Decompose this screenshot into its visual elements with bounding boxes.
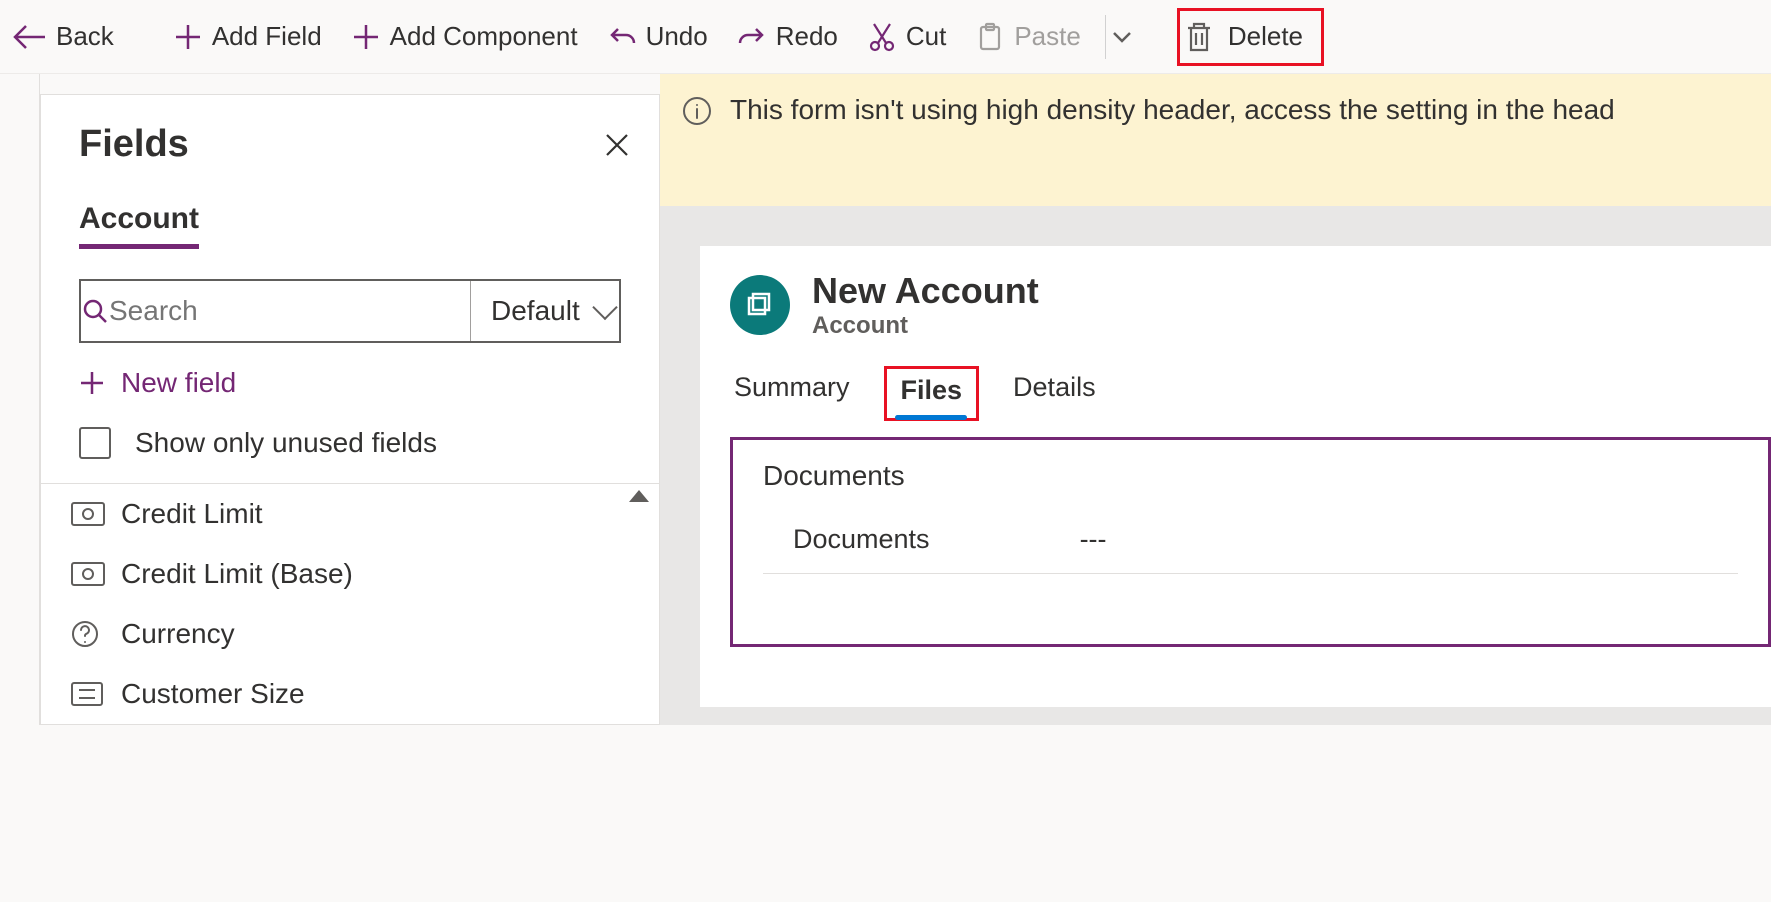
field-item-credit-limit-base[interactable]: Credit Limit (Base) [41, 544, 659, 604]
form-subtitle: Account [812, 312, 1039, 340]
scroll-up-icon[interactable] [629, 490, 649, 502]
undo-icon [608, 23, 636, 51]
sort-select[interactable]: Default [470, 281, 630, 341]
back-label: Back [56, 21, 114, 52]
search-icon [81, 297, 109, 325]
documents-section[interactable]: Documents Documents --- [730, 437, 1771, 647]
redo-button[interactable]: Redo [732, 17, 844, 56]
cut-label: Cut [906, 21, 946, 52]
banner-text: This form isn't using high density heade… [730, 94, 1615, 126]
field-list: Credit Limit Credit Limit (Base) Cu [41, 483, 659, 724]
redo-label: Redo [776, 21, 838, 52]
delete-label: Delete [1228, 21, 1303, 52]
fields-panel: Fields Account Default [40, 94, 660, 725]
search-input[interactable] [109, 295, 470, 327]
cut-icon [868, 22, 896, 52]
entity-avatar-icon [730, 275, 790, 335]
show-unused-row[interactable]: Show only unused fields [79, 427, 621, 459]
form-card: New Account Account Summary Files Detail… [700, 246, 1771, 707]
paste-label: Paste [1014, 21, 1081, 52]
undo-label: Undo [646, 21, 708, 52]
tab-summary[interactable]: Summary [730, 366, 854, 421]
delete-icon [1184, 20, 1214, 54]
money-icon [71, 502, 107, 526]
paste-button: Paste [970, 17, 1087, 56]
info-icon [682, 96, 712, 126]
field-label: Currency [121, 618, 235, 650]
tab-files[interactable]: Files [884, 366, 980, 421]
add-field-label: Add Field [212, 21, 322, 52]
add-field-button[interactable]: Add Field [168, 17, 328, 56]
field-item-customer-size[interactable]: Customer Size [41, 664, 659, 724]
options-icon [71, 682, 107, 706]
field-label: Credit Limit (Base) [121, 558, 353, 590]
row-label: Documents [793, 524, 930, 555]
back-button[interactable]: Back [6, 17, 120, 56]
plus-icon [352, 23, 380, 51]
undo-button[interactable]: Undo [602, 17, 714, 56]
new-field-label: New field [121, 367, 236, 399]
show-unused-label: Show only unused fields [135, 427, 437, 459]
info-banner: This form isn't using high density heade… [660, 74, 1771, 206]
money-icon [71, 562, 107, 586]
cut-button[interactable]: Cut [862, 17, 952, 56]
paste-icon [976, 22, 1004, 52]
new-field-button[interactable]: New field [79, 367, 621, 399]
field-label: Customer Size [121, 678, 305, 710]
add-component-button[interactable]: Add Component [346, 17, 584, 56]
section-title: Documents [763, 460, 1738, 492]
row-value: --- [1080, 524, 1107, 555]
plus-icon [174, 23, 202, 51]
paste-dropdown[interactable] [1105, 15, 1139, 59]
redo-icon [738, 23, 766, 51]
tab-details[interactable]: Details [1009, 366, 1100, 421]
panel-title: Fields [79, 123, 189, 166]
documents-row[interactable]: Documents --- [763, 510, 1738, 574]
checkbox-icon[interactable] [79, 427, 111, 459]
design-canvas-area: This form isn't using high density heade… [660, 74, 1771, 725]
field-item-credit-limit[interactable]: Credit Limit [41, 484, 659, 544]
form-title: New Account [812, 270, 1039, 312]
help-icon [71, 620, 107, 648]
arrow-left-icon [12, 23, 46, 51]
sort-select-label: Default [491, 295, 580, 327]
field-label: Credit Limit [121, 498, 263, 530]
close-panel-button[interactable] [603, 131, 631, 159]
field-item-currency[interactable]: Currency [41, 604, 659, 664]
delete-button[interactable]: Delete [1177, 8, 1324, 66]
toolbar: Back Add Field Add Component Undo [0, 0, 1771, 74]
search-row: Default [79, 279, 621, 343]
left-rail [0, 74, 40, 725]
panel-entity-tab[interactable]: Account [79, 202, 199, 249]
add-component-label: Add Component [390, 21, 578, 52]
